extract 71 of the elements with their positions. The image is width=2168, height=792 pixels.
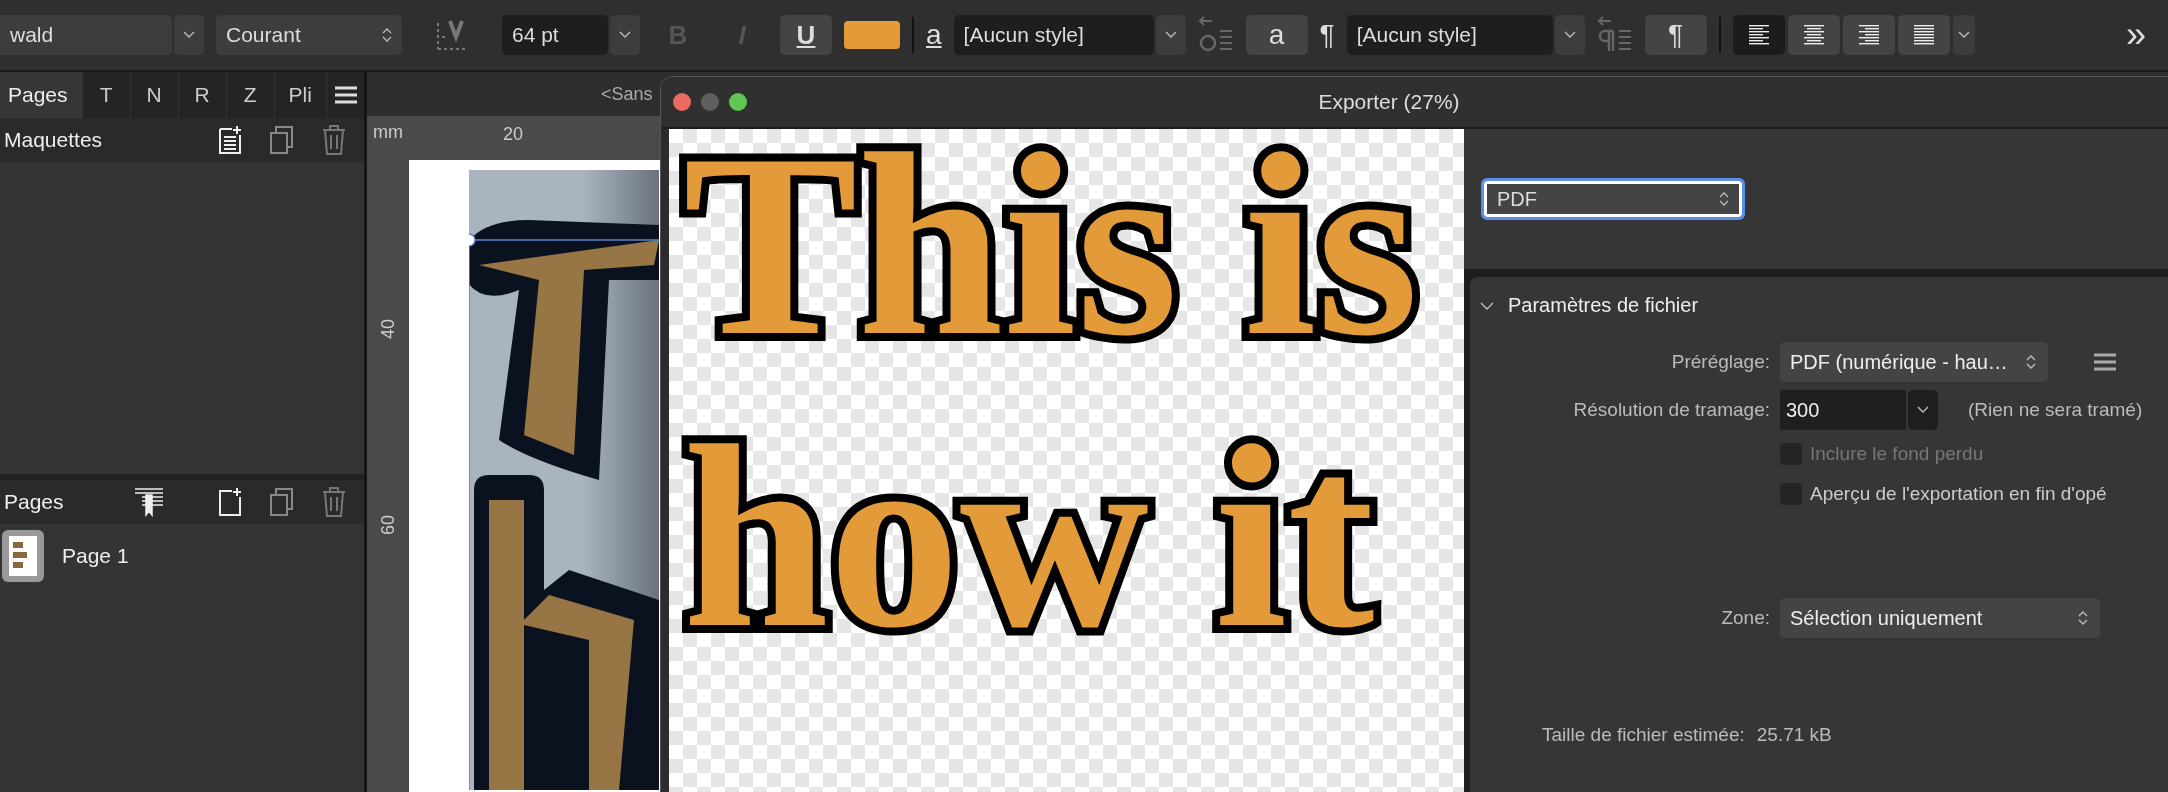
preset-select[interactable]: PDF (numérique - hau… xyxy=(1780,342,2048,382)
file-size-value: 25.71 kB xyxy=(1756,724,1832,746)
panel-tab[interactable]: Pages xyxy=(0,72,83,118)
option-checkbox[interactable]: Aperçu de l'exportation en fin d'opé xyxy=(1780,478,2161,510)
trash-icon[interactable] xyxy=(322,125,346,155)
panel-title: Pages xyxy=(4,490,65,514)
document-tab[interactable]: <Sans xyxy=(601,83,653,105)
paragraph-style-label: ¶ xyxy=(1319,19,1335,51)
resolution-dropdown[interactable] xyxy=(1908,390,1938,430)
page-label[interactable]: Page 1 xyxy=(62,544,129,568)
stepper-icon xyxy=(2078,610,2088,626)
caret-icon xyxy=(1563,31,1576,39)
preview-text: This is xyxy=(683,129,1420,391)
window-title: Exporter (27%) xyxy=(1317,90,1461,114)
caret-icon xyxy=(1957,31,1970,39)
text-color-swatch[interactable] xyxy=(844,21,900,49)
character-style-dropdown[interactable] xyxy=(1155,15,1186,55)
duplicate-icon[interactable] xyxy=(270,487,294,517)
panel-title: Maquettes xyxy=(4,128,104,152)
field-label: Zone: xyxy=(1721,607,1770,629)
section-header[interactable]: Paramètres de fichier xyxy=(1470,293,1705,318)
resolution-field[interactable]: 300 xyxy=(1780,390,1906,430)
resolution-note: (Rien ne sera tramé) xyxy=(1968,399,2143,421)
paragraph-style-field[interactable]: [Aucun style] xyxy=(1346,15,1553,55)
trash-icon[interactable] xyxy=(322,487,346,517)
ruler-label: 40 xyxy=(377,319,399,340)
font-family-dropdown[interactable] xyxy=(174,15,204,55)
font-style-select[interactable]: Courant xyxy=(216,15,402,55)
paragraph-style-dropdown[interactable] xyxy=(1554,15,1585,55)
zoom-button[interactable] xyxy=(729,93,747,111)
file-size-label: Taille de fichier estimée: xyxy=(1542,724,1745,746)
add-page-icon[interactable] xyxy=(218,487,242,517)
align-left-icon xyxy=(1748,25,1769,45)
align-right-button[interactable] xyxy=(1842,15,1895,55)
ruler-label: 60 xyxy=(377,515,399,536)
character-style-label: a xyxy=(926,19,942,51)
page-thumbnail[interactable] xyxy=(2,530,44,582)
format-select[interactable]: PDF xyxy=(1484,181,1742,217)
field-label: Préréglage: xyxy=(1671,351,1770,373)
underline-button[interactable]: U xyxy=(780,15,832,55)
align-right-icon xyxy=(1858,25,1879,45)
align-left-button[interactable] xyxy=(1732,15,1785,55)
toolbar-overflow-button[interactable]: » xyxy=(2119,13,2152,57)
caret-icon xyxy=(1917,406,1929,414)
ruler-unit: mm xyxy=(373,122,403,143)
font-size-field[interactable]: 64 pt xyxy=(502,15,608,55)
font-size-dropdown[interactable] xyxy=(610,15,640,55)
align-justify-button[interactable] xyxy=(1897,15,1950,55)
duplicate-icon[interactable] xyxy=(270,125,294,155)
stepper-icon xyxy=(2026,354,2036,370)
stepper-icon xyxy=(1719,191,1729,207)
character-style-field[interactable]: [Aucun style] xyxy=(953,15,1154,55)
stepper-icon xyxy=(382,27,392,43)
caret-icon xyxy=(183,31,195,39)
zone-select[interactable]: Sélection uniquement xyxy=(1780,598,2100,638)
field-label: Résolution de tramage: xyxy=(1573,399,1770,421)
insert-page-icon[interactable] xyxy=(134,487,164,517)
align-center-button[interactable] xyxy=(1787,15,1840,55)
add-master-icon[interactable] xyxy=(218,125,242,155)
paragraph-style-button[interactable]: ¶ xyxy=(1644,15,1707,55)
caret-icon xyxy=(1164,31,1177,39)
caret-icon xyxy=(619,31,631,39)
character-style-button[interactable]: a xyxy=(1245,15,1308,55)
close-button[interactable] xyxy=(673,93,691,111)
font-family-field[interactable]: wald xyxy=(0,15,172,55)
menu-icon[interactable] xyxy=(2094,353,2116,371)
disclosure-icon xyxy=(1480,300,1494,311)
alignment-dropdown[interactable] xyxy=(1952,15,1975,55)
ruler-label: 20 xyxy=(503,124,524,145)
align-justify-icon xyxy=(1913,25,1934,45)
align-center-icon xyxy=(1803,25,1824,45)
